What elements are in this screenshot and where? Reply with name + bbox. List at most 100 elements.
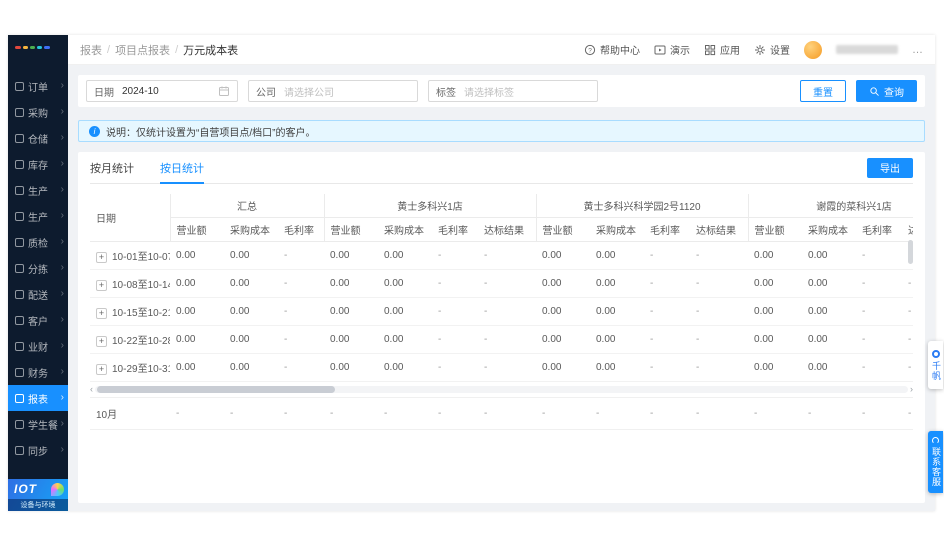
breadcrumb-item[interactable]: 报表	[80, 42, 102, 58]
settings-link[interactable]: 设置	[754, 42, 790, 57]
summary-row: 10月 - - - - - - - - - - - - - - -	[90, 397, 913, 430]
contact-support-tab[interactable]: 联系客服	[928, 431, 943, 493]
expand-icon[interactable]: +	[96, 252, 107, 263]
cell: -	[278, 353, 324, 382]
tag-field-label: 标签	[436, 87, 456, 99]
settings-label: 设置	[770, 46, 790, 57]
expand-icon[interactable]: +	[96, 336, 107, 347]
cell: 0.00	[378, 241, 432, 270]
help-icon: ?	[584, 44, 596, 55]
data-table: 日期 汇总 黄士多科兴1店 黄士多科兴科学园2号1120 谢霞的菜科兴1店 营业额 采购成本…	[90, 194, 913, 430]
svg-text:?: ?	[588, 47, 592, 54]
summary-cell: -	[224, 397, 278, 430]
expand-icon[interactable]: +	[96, 308, 107, 319]
cell: 0.00	[536, 297, 590, 326]
cell: 0.00	[590, 241, 644, 270]
cell: 0.00	[324, 269, 378, 298]
help-center-link[interactable]: ? 帮助中心	[584, 42, 640, 57]
sidebar-item-库存[interactable]: 库存 ›	[8, 151, 68, 177]
sidebar-item-同步[interactable]: 同步 ›	[8, 437, 68, 463]
sidebar-item-客户[interactable]: 客户 ›	[8, 307, 68, 333]
column-header-date: 日期	[90, 194, 171, 242]
sidebar-item-质检[interactable]: 质检 ›	[8, 229, 68, 255]
iot-bird-icon	[51, 483, 64, 496]
query-button[interactable]: 查询	[856, 80, 917, 102]
sidebar-item-仓储[interactable]: 仓储 ›	[8, 125, 68, 151]
cell: -	[478, 353, 536, 382]
expand-icon[interactable]: +	[96, 364, 107, 375]
sidebar-item-采购[interactable]: 采购 ›	[8, 99, 68, 125]
demo-label: 演示	[670, 46, 690, 57]
cell: -	[644, 325, 690, 354]
tag-field[interactable]: 标签 请选择标签	[428, 80, 598, 102]
cell: -	[278, 325, 324, 354]
column-subheader: 采购成本	[378, 217, 432, 242]
calendar-icon	[219, 86, 229, 96]
sidebar-item-分拣[interactable]: 分拣 ›	[8, 255, 68, 281]
apps-link[interactable]: 应用	[704, 42, 740, 57]
warehouse-icon	[15, 133, 24, 143]
avatar[interactable]	[804, 40, 822, 59]
chevron-right-icon: ›	[60, 288, 64, 299]
tab-monthly[interactable]: 按月统计	[90, 152, 134, 183]
expand-icon[interactable]: +	[96, 280, 107, 291]
cell: 0.00	[802, 269, 857, 298]
purchase-icon	[15, 107, 24, 117]
tab-daily[interactable]: 按日统计	[160, 152, 204, 184]
reset-button[interactable]: 重置	[800, 80, 846, 102]
brand-logo	[8, 35, 68, 59]
qianfan-tab[interactable]: 千帆	[928, 341, 943, 389]
scroll-right-icon[interactable]: ›	[910, 385, 913, 394]
date-field-label: 日期	[94, 87, 114, 99]
cell: -	[856, 353, 903, 382]
sidebar-item-订单[interactable]: 订单 ›	[8, 73, 68, 99]
topbar-actions: ? 帮助中心 演示 应用 设置 …	[584, 40, 923, 59]
apps-grid-icon	[705, 44, 716, 55]
cell: 0.00	[224, 353, 278, 382]
column-subheader: 毛利率	[278, 217, 325, 242]
sidebar-item-业财[interactable]: 业财 ›	[8, 333, 68, 359]
date-field[interactable]: 日期 2024-10	[86, 80, 238, 102]
cell: 0.00	[224, 269, 278, 298]
breadcrumb-separator: /	[107, 43, 111, 56]
chevron-right-icon: ›	[60, 80, 64, 91]
demo-link[interactable]: 演示	[654, 42, 690, 57]
horizontal-scrollbar[interactable]	[95, 386, 908, 393]
column-subheader: 营业额	[748, 217, 803, 242]
sidebar-item-label: 质检	[28, 238, 48, 250]
search-icon	[870, 86, 879, 96]
app-window: 订单 › 采购 › 仓储 › 库存 › 生产 › 生产 › 质检 › 分拣 › 配送 › 客户 › 业财 › 财务 › 报表 › 学…	[8, 35, 935, 511]
scroll-left-icon[interactable]: ‹	[90, 385, 93, 394]
cell: 0.00	[590, 353, 644, 382]
cell: -	[902, 269, 913, 298]
finance-icon	[15, 367, 24, 377]
column-subheader: 毛利率	[432, 217, 478, 242]
sidebar-item-生产[interactable]: 生产 ›	[8, 203, 68, 229]
chevron-right-icon: ›	[60, 236, 64, 247]
vertical-scrollbar[interactable]	[908, 240, 913, 264]
filter-bar: 日期 2024-10 公司 请选择公司 标签 请选择标签 重置 查询	[78, 75, 925, 107]
summary-cell: -	[170, 397, 224, 430]
column-subheader: 营业额	[324, 217, 378, 242]
cell: -	[478, 269, 536, 298]
column-group-2: 黄士多科兴科学园2号1120	[536, 194, 749, 218]
breadcrumb-separator: /	[175, 43, 179, 56]
sidebar-item-生产[interactable]: 生产 ›	[8, 177, 68, 203]
cell: 0.00	[748, 297, 803, 326]
apps-label: 应用	[720, 46, 740, 57]
sidebar-item-财务[interactable]: 财务 ›	[8, 359, 68, 385]
sidebar-item-学生餐[interactable]: 学生餐 ›	[8, 411, 68, 437]
company-field[interactable]: 公司 请选择公司	[248, 80, 418, 102]
sidebar-item-label: 客户	[28, 316, 48, 328]
user-menu-ellipsis[interactable]: …	[912, 44, 923, 56]
horizontal-scroll-thumb[interactable]	[97, 386, 335, 393]
column-subheader: 采购成本	[224, 217, 278, 242]
export-button[interactable]: 导出	[867, 157, 913, 178]
sidebar-item-配送[interactable]: 配送 ›	[8, 281, 68, 307]
orders-icon	[15, 81, 24, 91]
horizontal-scroll-row: ‹ ›	[90, 385, 913, 394]
column-subheader: 达标结果	[690, 217, 749, 242]
cell: -	[644, 269, 690, 298]
breadcrumb-item[interactable]: 项目点报表	[115, 42, 170, 58]
sidebar-item-报表[interactable]: 报表 ›	[8, 385, 68, 411]
